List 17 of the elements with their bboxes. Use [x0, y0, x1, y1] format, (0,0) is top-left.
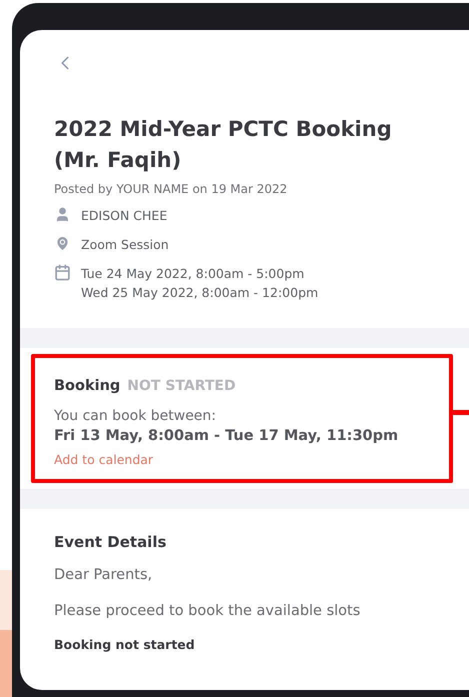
booking-note: Booking not started: [54, 637, 196, 652]
posted-by-text: Posted by YOUR NAME on 19 Mar 2022: [54, 182, 288, 196]
person-icon: [54, 206, 71, 224]
detail-text: Tue 24 May 2022, 8:00am - 5:00pm Wed 25 May 2022, 8:00am - 12:00pm: [81, 265, 318, 302]
section-heading: Event Details: [54, 533, 168, 551]
paragraph: Please proceed to book the available slots: [54, 603, 362, 619]
booking-status: NOT STARTED: [127, 378, 236, 394]
booking-label: Booking: [54, 378, 120, 394]
add-to-calendar-link[interactable]: Add to calendar: [54, 452, 430, 467]
booking-range: Fri 13 May, 8:00am - Tue 17 May, 11:30pm: [54, 428, 400, 444]
paragraph: Dear Parents,: [54, 567, 154, 583]
booking-intro: You can book between:: [54, 408, 218, 424]
detail-text: Zoom Session: [81, 236, 169, 254]
location-pin-icon: [54, 235, 71, 253]
event-title: 2022 Mid-Year PCTC Booking (Mr. Faqih): [54, 116, 393, 174]
calendar-icon: [54, 264, 71, 282]
detail-text: EDISON CHEE: [81, 207, 168, 225]
